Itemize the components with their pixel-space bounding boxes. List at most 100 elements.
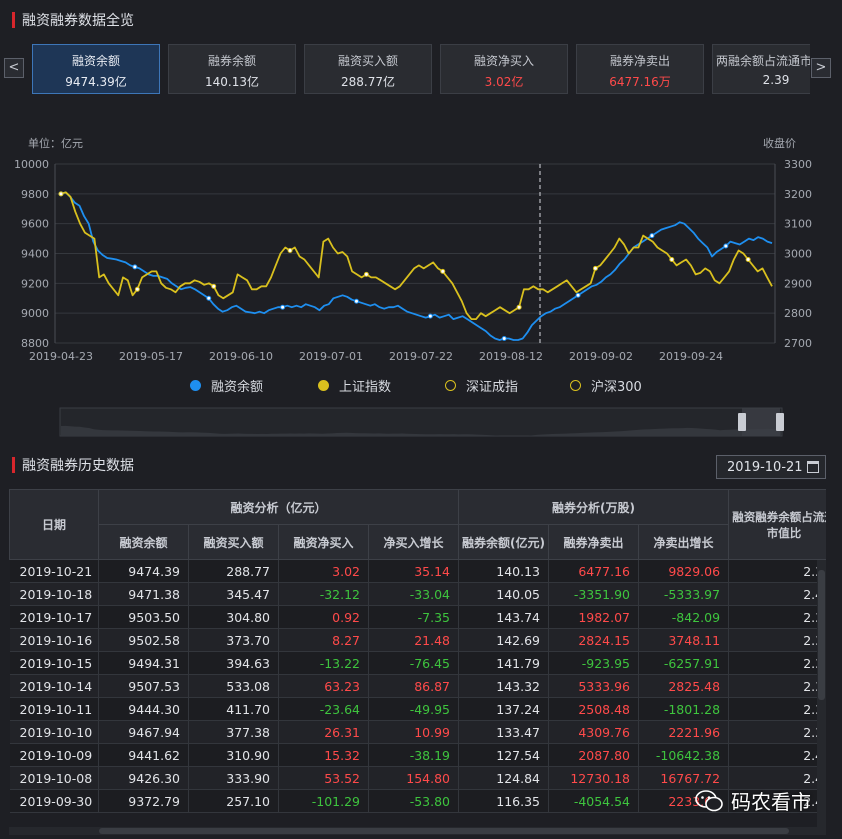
left-tick-label: 9200	[21, 277, 49, 290]
table-cell: -842.09	[638, 605, 730, 629]
table-cell: 9426.30	[98, 766, 189, 790]
table-cell: 9503.50	[98, 605, 189, 629]
table-cell: 288.77	[188, 559, 279, 583]
header-ratio[interactable]: 融资融券余额占流通市值比	[728, 489, 826, 560]
table-cell: 9467.94	[98, 720, 189, 744]
table-cell: -3351.90	[548, 582, 640, 606]
card-financing-buy[interactable]: 融资买入额 288.77亿	[304, 44, 432, 94]
table-cell: -1801.28	[638, 697, 730, 721]
card-financing-balance[interactable]: 融资余额 9474.39亿	[32, 44, 160, 94]
history-title-text: 融资融券历史数据	[22, 458, 134, 474]
header-securities-net-sell[interactable]: 融券净卖出	[548, 524, 640, 560]
table-cell: 533.08	[188, 674, 279, 698]
table-cell: 2.38	[728, 605, 826, 629]
header-net-sell-growth[interactable]: 净卖出增长	[638, 524, 730, 560]
legend-item-shenzhen[interactable]: 深证成指	[445, 376, 518, 395]
card-label: 融资买入额	[337, 54, 398, 68]
table-cell: 140.05	[458, 582, 550, 606]
card-value: 3.02亿	[484, 75, 524, 89]
left-tick-label: 10000	[14, 158, 49, 171]
wechat-icon	[695, 789, 723, 811]
chart-series	[58, 191, 773, 342]
card-value: 6477.16万	[609, 75, 671, 89]
header-financing-buy[interactable]: 融资买入额	[188, 524, 279, 560]
scrollbar-thumb[interactable]	[818, 570, 825, 700]
card-value: 2.39	[762, 73, 790, 87]
table-cell: 5333.96	[548, 674, 640, 698]
zoom-slider[interactable]	[59, 407, 784, 437]
table-vertical-scrollbar[interactable]	[817, 560, 826, 827]
card-financing-net-buy[interactable]: 融资净买入 3.02亿	[440, 44, 568, 94]
card-securities-balance[interactable]: 融券余额 140.13亿	[168, 44, 296, 94]
right-tick-label: 3100	[784, 218, 812, 231]
next-arrow-button[interactable]: >	[811, 58, 831, 78]
table-cell: 2.39	[728, 559, 826, 583]
header-financing-balance[interactable]: 融资余额	[98, 524, 189, 560]
calendar-icon	[807, 461, 819, 473]
table-cell: 2087.80	[548, 743, 640, 767]
legend-item-csi300[interactable]: 沪深300	[570, 376, 642, 395]
cell-date: 2019-10-11	[9, 697, 99, 721]
scrollbar-thumb[interactable]	[99, 828, 789, 834]
table-cell: 9441.62	[98, 743, 189, 767]
card-market-ratio[interactable]: 两融余额占流通市值比 2.39	[712, 44, 810, 94]
header-securities-balance[interactable]: 融券余额(亿元)	[458, 524, 550, 560]
series-line-1	[60, 191, 773, 321]
zoom-left-handle[interactable]	[738, 413, 746, 431]
series-marker	[723, 243, 729, 249]
right-tick-label: 2900	[784, 277, 812, 290]
table-cell: 411.70	[188, 697, 279, 721]
header-financing-net-buy[interactable]: 融资净买入	[278, 524, 369, 560]
series-marker	[427, 313, 433, 319]
table-row[interactable]: 2019-10-11 9444.30 411.70 -23.64 -49.95 137.2…	[9, 697, 826, 721]
table-cell: 137.24	[458, 697, 550, 721]
series-marker	[280, 304, 286, 310]
table-row[interactable]: 2019-10-14 9507.53 533.08 63.23 86.87 143.32 5…	[9, 674, 826, 698]
table-row[interactable]: 2019-10-10 9467.94 377.38 26.31 10.99 133.47 4…	[9, 720, 826, 744]
table-cell: 2508.48	[548, 697, 640, 721]
right-unit-label: 收盘价	[763, 136, 796, 150]
table-row[interactable]: 2019-10-15 9494.31 394.63 -13.22 -76.45 141.7…	[9, 651, 826, 675]
legend-item-shanghai[interactable]: 上证指数	[318, 376, 391, 395]
legend-label: 融资余额	[211, 380, 264, 395]
legend-item-financing[interactable]: 融资余额	[190, 376, 263, 395]
table-cell: 143.74	[458, 605, 550, 629]
cell-date: 2019-09-30	[9, 789, 99, 813]
prev-arrow-button[interactable]: <	[4, 58, 24, 78]
table-cell: 9494.31	[98, 651, 189, 675]
table-row[interactable]: 2019-10-09 9441.62 310.90 15.32 -38.19 127.54…	[9, 743, 826, 767]
legend-dot-icon	[318, 380, 329, 391]
card-label: 融券余额	[207, 54, 256, 68]
date-picker[interactable]: 2019-10-21	[716, 455, 826, 479]
history-table-body: 2019-10-21 9474.39 288.77 3.02 35.14 140.13 64…	[9, 559, 826, 813]
left-axis-ticks: 10000 9800 9600 9400 9200 9000 8800	[14, 158, 49, 350]
cell-date: 2019-10-14	[9, 674, 99, 698]
title-accent-bar	[12, 12, 15, 28]
card-value: 9474.39亿	[65, 75, 127, 89]
table-row[interactable]: 2019-10-17 9503.50 304.80 0.92 -7.35 143.74 19…	[9, 605, 826, 629]
series-marker	[211, 283, 217, 289]
table-row[interactable]: 2019-10-21 9474.39 288.77 3.02 35.14 140.13 64…	[9, 559, 826, 583]
title-accent-bar	[12, 457, 15, 473]
series-marker	[669, 256, 675, 262]
table-cell: 333.90	[188, 766, 279, 790]
table-row[interactable]: 2019-10-16 9502.58 373.70 8.27 21.48 142.69 28…	[9, 628, 826, 652]
zoom-right-handle[interactable]	[776, 413, 784, 431]
x-tick-label: 2019-09-02	[569, 350, 633, 363]
table-cell: 9372.79	[98, 789, 189, 813]
table-row[interactable]: 2019-10-18 9471.38 345.47 -32.12 -33.04 140.0…	[9, 582, 826, 606]
right-tick-label: 2800	[784, 307, 812, 320]
header-date[interactable]: 日期	[9, 489, 99, 560]
cell-date: 2019-10-10	[9, 720, 99, 744]
legend-dot-icon	[190, 380, 201, 391]
header-net-buy-growth[interactable]: 净买入增长	[367, 524, 460, 560]
legend-label: 沪深300	[591, 380, 642, 395]
header-group-securities: 融券分析(万股)	[458, 489, 730, 525]
table-cell: -53.80	[368, 789, 460, 813]
table-cell: 304.80	[188, 605, 279, 629]
table-horizontal-scrollbar[interactable]	[9, 827, 826, 835]
table-cell: 9829.06	[638, 559, 730, 583]
card-securities-net-sell[interactable]: 融券净卖出 6477.16万	[576, 44, 704, 94]
card-label: 两融余额占流通市值比	[715, 54, 810, 68]
table-cell: 2.36	[728, 674, 826, 698]
